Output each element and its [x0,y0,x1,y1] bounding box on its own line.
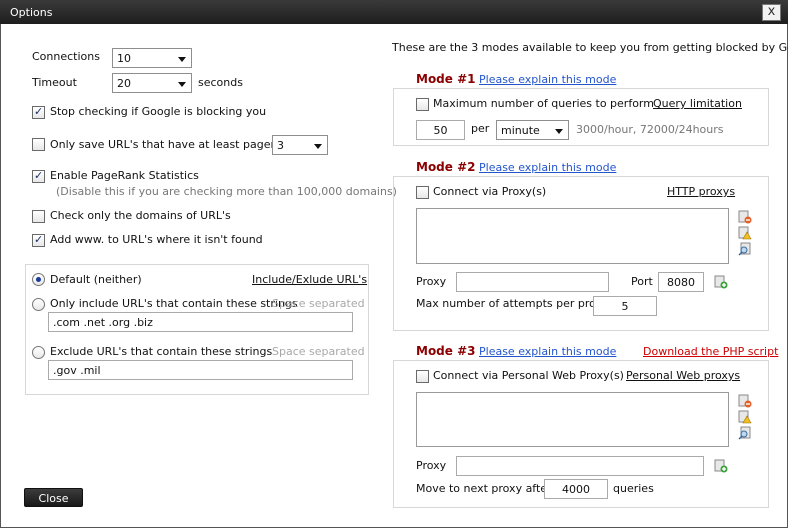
chevron-down-icon [555,129,563,134]
add-www-checkbox[interactable] [32,233,45,247]
exclude-input[interactable]: .gov .mil [48,360,353,380]
mode1-explain-link[interactable]: Please explain this mode [479,73,616,86]
delete-proxy-icon[interactable] [738,210,752,224]
include-label: Only include URL's that contain these st… [50,297,298,310]
mode3-title: Mode #3 [416,344,476,358]
include-radio[interactable] [32,298,45,311]
query-count-input[interactable]: 50 [416,120,465,140]
stop-checking-checkbox[interactable] [32,105,45,119]
connections-value: 10 [117,52,131,65]
pagerank-value: 3 [277,139,284,152]
modes-intro: These are the 3 modes available to keep … [392,41,788,54]
mode2-title: Mode #2 [416,160,476,174]
connections-label: Connections [32,50,100,63]
pagerank-stats-label: Enable PageRank Statistics [50,169,199,182]
pagerank-stats-checkbox[interactable] [32,169,45,183]
timeout-select[interactable]: 20 [112,73,192,93]
only-save-label: Only save URL's that have at least pager… [50,138,296,151]
default-label: Default (neither) [50,273,142,286]
attempts-label: Max number of attempts per proxy [416,297,609,310]
mode2-checkbox[interactable] [416,186,429,199]
attempts-input[interactable]: 5 [593,296,657,316]
timeout-unit: seconds [198,76,243,89]
query-limitation-link[interactable]: Query limitation [653,97,742,110]
mode2-explain-link[interactable]: Please explain this mode [479,161,616,174]
close-window-button[interactable]: x [762,4,781,21]
mode2-checkbox-label: Connect via Proxy(s) [433,185,547,198]
pagerank-stats-note: (Disable this if you are checking more t… [56,185,397,198]
port-label: Port [631,275,653,288]
add-www-label: Add www. to URL's where it isn't found [50,233,263,246]
exclude-hint: Space separated [272,345,365,358]
mode1-checkbox[interactable] [416,98,429,111]
mode2-proxy-input[interactable] [456,272,609,292]
http-proxys-link[interactable]: HTTP proxys [667,185,735,198]
add-proxy-icon[interactable] [714,459,728,473]
check-domains-checkbox[interactable] [32,210,45,223]
download-php-link[interactable]: Download the PHP script [643,345,778,358]
mode3-checkbox[interactable] [416,370,429,383]
title-bar: Options x [0,0,788,24]
mode3-proxy-input[interactable] [456,456,704,476]
only-save-checkbox[interactable] [32,138,45,151]
move-proxy-unit: queries [613,482,654,495]
add-proxy-icon[interactable] [714,275,728,289]
mode3-explain-link[interactable]: Please explain this mode [479,345,616,358]
mode1-title: Mode #1 [416,72,476,86]
exclude-label: Exclude URL's that contain these strings [50,345,273,358]
window-title: Options [10,6,53,19]
timeout-label: Timeout [32,76,77,89]
stop-checking-label: Stop checking if Google is blocking you [50,105,267,118]
mode3-proxy-label: Proxy [416,459,447,472]
rate-note: 3000/hour, 72000/24hours [576,123,724,136]
include-input[interactable]: .com .net .org .biz [48,312,353,332]
search-icon[interactable] [738,242,752,256]
timeout-value: 20 [117,77,131,90]
proxy-list-area[interactable] [416,208,729,264]
exclude-radio[interactable] [32,346,45,359]
warning-icon[interactable] [738,410,752,424]
search-icon[interactable] [738,426,752,440]
include-hint: Space separated [272,297,365,310]
default-radio[interactable] [32,273,45,286]
connections-select[interactable]: 10 [112,48,192,68]
port-input[interactable]: 8080 [658,272,704,292]
web-proxy-list-area[interactable] [416,392,729,447]
mode1-checkbox-label: Maximum number of queries to perform [433,97,654,110]
mode3-checkbox-label: Connect via Personal Web Proxy(s) [433,369,624,382]
chevron-down-icon [178,82,186,87]
chevron-down-icon [178,57,186,62]
chevron-down-icon [314,144,322,149]
pagerank-select[interactable]: 3 [272,135,328,155]
delete-proxy-icon[interactable] [738,394,752,408]
rate-unit-select[interactable]: minute [496,120,569,140]
move-proxy-input[interactable]: 4000 [544,479,608,499]
move-proxy-label: Move to next proxy after [416,482,552,495]
per-label: per [471,122,490,135]
warning-icon[interactable] [738,226,752,240]
mode2-proxy-label: Proxy [416,275,447,288]
close-button[interactable]: Close [24,488,83,507]
check-domains-label: Check only the domains of URL's [50,209,231,222]
rate-unit-value: minute [501,124,540,137]
include-exclude-link[interactable]: Include/Exlude URL's [252,273,367,286]
personal-web-proxys-link[interactable]: Personal Web proxys [626,369,740,382]
